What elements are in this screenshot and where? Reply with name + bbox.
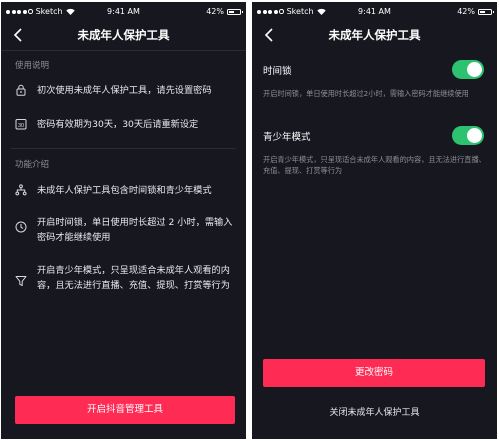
battery-icon [227, 8, 243, 15]
status-bar: Sketch 9:41 AM 42% [1, 2, 246, 20]
intro-screen: Sketch 9:41 AM 42% 未成年人保护工具 使用说明 初次使用未成年… [1, 2, 246, 439]
settings-screen: Sketch 9:41 AM 42% 未成年人保护工具 时间锁 开启时间锁，单日… [252, 2, 497, 439]
section-divider [11, 148, 236, 149]
feature-item-time-lock: 开启时间锁，单日使用时长超过 2 小时，需输入密码才能继续使用 [15, 215, 236, 245]
nav-bar: 未成年人保护工具 [252, 20, 497, 50]
calendar-30-icon-label: 30 [18, 123, 24, 129]
filter-icon [15, 275, 27, 287]
clock-icon [15, 221, 27, 233]
time-lock-title: 时间锁 [263, 66, 292, 77]
page-title: 未成年人保护工具 [328, 28, 421, 42]
youth-mode-description: 开启青少年模式，只呈现适合未成年人观看的内容，且无法进行直播、充值、提现、打赏等… [263, 155, 486, 175]
battery-percent: 42% [457, 7, 475, 16]
feature-text-components: 未成年人保护工具包含时间锁和青少年模式 [37, 185, 212, 196]
usage-text-password: 初次使用未成年人保护工具，请先设置密码 [37, 85, 212, 96]
toggle-knob [467, 62, 482, 77]
battery-percent: 42% [206, 7, 224, 16]
screenshot-stage: Sketch 9:41 AM 42% 未成年人保护工具 使用说明 初次使用未成年… [0, 0, 499, 441]
enable-tool-button[interactable]: 开启抖音管理工具 [15, 396, 235, 424]
change-password-button[interactable]: 更改密码 [263, 359, 485, 387]
battery-group: 42% [206, 7, 243, 16]
nav-bar: 未成年人保护工具 [1, 20, 246, 50]
usage-text-expiry: 密码有效期为30天，30天后请重新设定 [37, 119, 199, 130]
toggle-knob [467, 128, 482, 143]
divider [1, 50, 246, 51]
time-lock-description: 开启时间锁，单日使用时长超过2小时，需输入密码才能继续使用 [263, 89, 469, 98]
time-lock-toggle[interactable] [452, 60, 484, 79]
section-usage-label: 使用说明 [15, 61, 50, 71]
youth-mode-toggle[interactable] [452, 126, 484, 145]
feature-item-components: 未成年人保护工具包含时间锁和青少年模式 [15, 183, 236, 198]
usage-item-password: 初次使用未成年人保护工具，请先设置密码 [15, 83, 236, 98]
battery-icon [478, 8, 494, 15]
close-tool-link[interactable]: 关闭未成年人保护工具 [252, 405, 497, 418]
usage-item-expiry: 30 密码有效期为30天，30天后请重新设定 [15, 117, 236, 132]
page-title: 未成年人保护工具 [77, 28, 170, 42]
battery-group: 42% [457, 7, 494, 16]
feature-text-time-lock: 开启时间锁，单日使用时长超过 2 小时，需输入密码才能继续使用 [37, 217, 233, 243]
section-features-label: 功能介绍 [15, 160, 50, 170]
hierarchy-icon [15, 184, 27, 196]
lock-icon [15, 84, 27, 96]
feature-item-youth-mode: 开启青少年模式，只呈现适合未成年人观看的内容，且无法进行直播、充值、提现、打赏等… [15, 263, 236, 293]
status-bar: Sketch 9:41 AM 42% [252, 2, 497, 20]
youth-mode-title: 青少年模式 [263, 132, 311, 143]
feature-text-youth-mode: 开启青少年模式，只呈现适合未成年人观看的内容，且无法进行直播、充值、提现、打赏等… [37, 265, 230, 291]
calendar-30-icon: 30 [15, 118, 27, 130]
